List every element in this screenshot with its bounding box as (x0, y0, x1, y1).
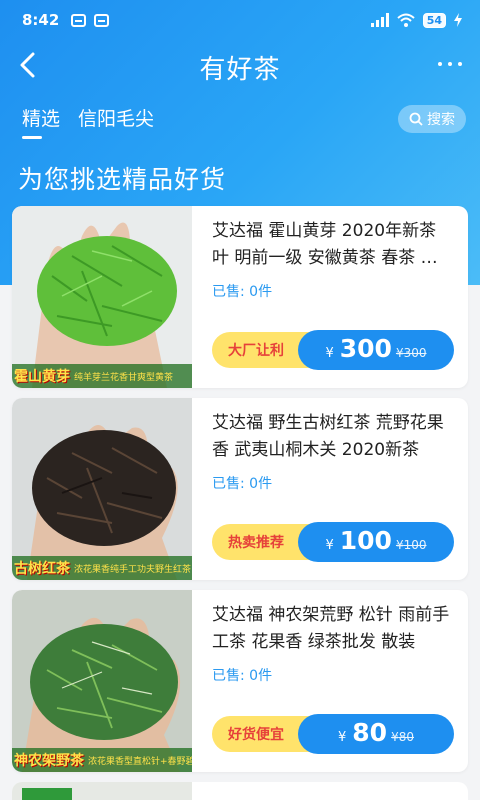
product-image[interactable]: 神农架野茶 浓花果香型直松针+春野碧 (12, 590, 192, 772)
search-icon (409, 112, 423, 126)
tab-xinyang-maojian[interactable]: 信阳毛尖 (78, 104, 154, 139)
tea-leaves-image (12, 206, 192, 388)
price-bar[interactable]: 热卖推荐 ¥ 100 ¥100 (212, 522, 454, 562)
notification-icon (94, 13, 110, 27)
product-card[interactable]: 古树红茶 浓花果香纯手工功夫野生红茶 艾达福 野生古树红茶 荒野花果香 武夷山桐… (12, 398, 468, 580)
app-title: 有好茶 (199, 55, 281, 85)
nav-bar: 有好茶 (0, 40, 480, 90)
section-title: 为您挑选精品好货 (18, 165, 227, 194)
price: 100 (339, 526, 392, 555)
product-list: 霍山黄芽 纯羊芽兰花香甘爽型黄茶 艾达福 霍山黄芽 2020年新茶叶 明前一级 … (12, 206, 468, 800)
tab-bar: 精选 信阳毛尖 (22, 104, 154, 139)
price: 300 (339, 334, 392, 363)
product-title[interactable]: 艾达福 霍山黄芽 2020年新茶叶 明前一级 安徽黄茶 春茶 散装 (212, 218, 452, 272)
product-card[interactable]: 神农架野茶 浓花果香型直松针+春野碧 艾达福 神农架荒野 松针 雨前手工茶 花果… (12, 590, 468, 772)
price: 80 (352, 718, 388, 747)
price-bar[interactable]: 大厂让利 ¥ 300 ¥300 (212, 330, 454, 370)
price-button[interactable]: ¥ 300 ¥300 (298, 330, 454, 370)
tab-featured[interactable]: 精选 (22, 104, 60, 139)
product-card-partial[interactable] (12, 782, 468, 800)
search-button[interactable]: 搜索 (398, 105, 466, 133)
sold-count: 已售: 0件 (212, 284, 273, 300)
search-label: 搜索 (427, 112, 455, 128)
price-button[interactable]: ¥ 80 ¥80 (298, 714, 454, 754)
product-title[interactable]: 艾达福 野生古树红茶 荒野花果香 武夷山桐木关 2020新茶 (212, 410, 452, 464)
price-button[interactable]: ¥ 100 ¥100 (298, 522, 454, 562)
price-bar[interactable]: 好货便宜 ¥ 80 ¥80 (212, 714, 454, 754)
charging-icon (454, 13, 462, 27)
status-icons: 54 (370, 12, 462, 28)
image-caption: 霍山黄芽 纯羊芽兰花香甘爽型黄茶 (12, 364, 192, 388)
currency-symbol: ¥ (338, 730, 347, 745)
image-caption: 神农架野茶 浓花果香型直松针+春野碧 (12, 748, 192, 772)
product-image-partial (12, 782, 192, 800)
status-bar: 8:42 54 (0, 0, 480, 40)
signal-icon (370, 13, 389, 27)
original-price: ¥100 (395, 538, 427, 552)
product-image[interactable]: 霍山黄芽 纯羊芽兰花香甘爽型黄茶 (12, 206, 192, 388)
image-caption: 古树红茶 浓花果香纯手工功夫野生红茶 (12, 556, 192, 580)
wifi-icon (397, 13, 415, 27)
product-title[interactable]: 艾达福 神农架荒野 松针 雨前手工茶 花果香 绿茶批发 散装 (212, 602, 452, 656)
sold-count: 已售: 0件 (212, 668, 273, 684)
currency-symbol: ¥ (325, 346, 334, 361)
original-price: ¥80 (391, 730, 414, 744)
product-image[interactable]: 古树红茶 浓花果香纯手工功夫野生红茶 (12, 398, 192, 580)
more-icon[interactable] (438, 52, 462, 76)
sold-count: 已售: 0件 (212, 476, 273, 492)
product-card[interactable]: 霍山黄芽 纯羊芽兰花香甘爽型黄茶 艾达福 霍山黄芽 2020年新茶叶 明前一级 … (12, 206, 468, 388)
tea-leaves-image (12, 398, 192, 580)
notification-icon (71, 13, 87, 27)
currency-symbol: ¥ (325, 538, 334, 553)
battery-icon: 54 (422, 12, 446, 28)
status-time: 8:42 (22, 11, 60, 29)
tea-leaves-image (12, 590, 192, 772)
original-price: ¥300 (395, 346, 427, 360)
